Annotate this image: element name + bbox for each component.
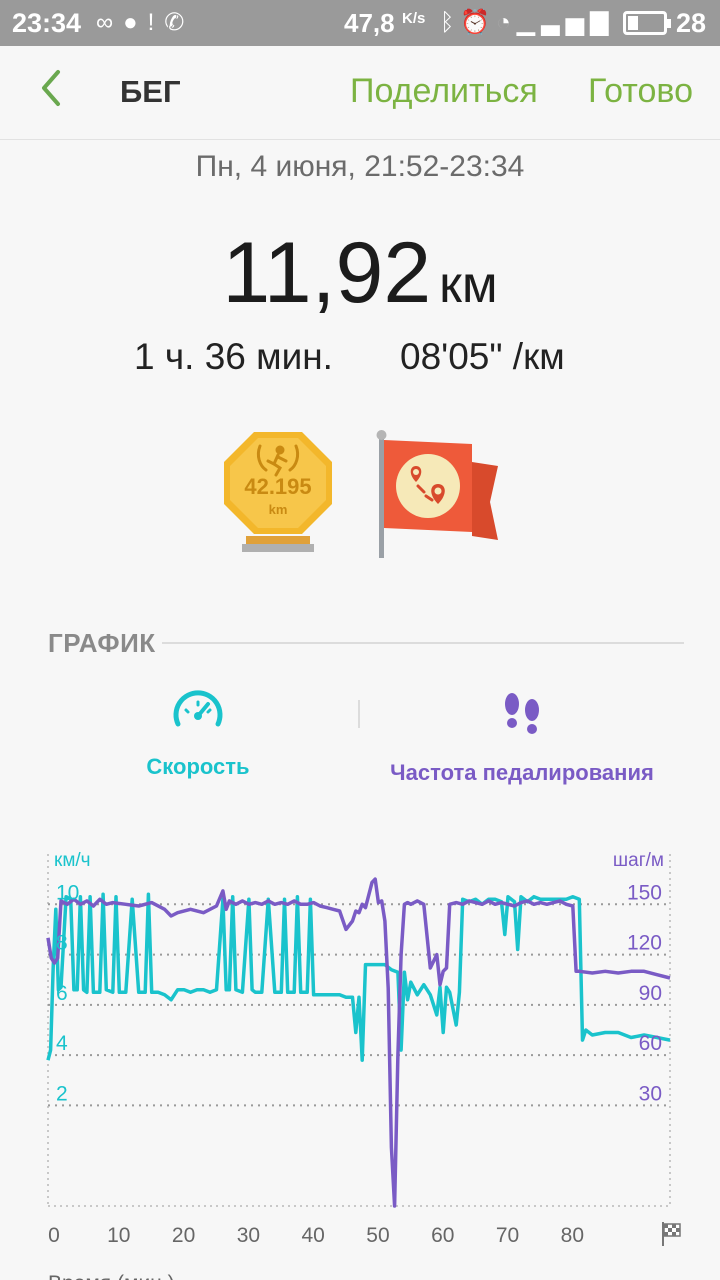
share-button[interactable]: Поделиться: [350, 72, 538, 111]
route-flag-badge[interactable]: [372, 428, 500, 560]
status-bar: 23:34 ∞●!✆ 47,8 K/s ᛒ⏰◔▁▃▅▇ 28: [0, 0, 720, 46]
x-tick-label: 60: [431, 1224, 454, 1247]
marathon-badge[interactable]: 42.195 km: [220, 428, 336, 558]
x-tick-label: 0: [48, 1224, 60, 1247]
section-title: ГРАФИК: [48, 628, 156, 658]
signal-4g-icon: ▁▃▅▇: [516, 9, 615, 36]
workout-date-range: Пн, 4 июня, 21:52-23:34: [195, 150, 525, 183]
speed-series-line: [46, 892, 671, 1062]
battery-level: 28: [676, 8, 707, 38]
y-left-tick-label: 6: [56, 982, 68, 1005]
footprints-icon: [505, 693, 539, 734]
status-time: 23:34: [12, 8, 82, 38]
done-button[interactable]: Готово: [588, 72, 693, 111]
x-tick-label: 20: [172, 1224, 195, 1247]
x-tick-label: 30: [237, 1224, 260, 1247]
y-right-tick-label: 90: [639, 982, 662, 1005]
bluetooth-icon: ᛒ: [440, 9, 461, 36]
x-tick-label: 50: [366, 1224, 389, 1247]
network-speed: 47,8: [344, 8, 395, 38]
cadence-series-line: [46, 877, 671, 1208]
y-right-tick-label: 120: [627, 932, 662, 955]
alarm-icon: ⏰: [460, 9, 497, 36]
infinity-icon: ∞: [96, 9, 124, 36]
tab-cadence[interactable]: Частота педалирования: [370, 690, 674, 786]
status-right-icons: ᛒ⏰◔▁▃▅▇: [440, 8, 615, 37]
y-left-tick-label: 10: [56, 881, 79, 904]
marathon-badge-value: 42.195: [244, 474, 311, 499]
app-bar: БЕГ Поделиться Готово: [0, 46, 720, 140]
tab-speed[interactable]: Скорость: [120, 690, 276, 780]
y-right-tick-label: 150: [627, 881, 662, 904]
x-tick-label: 70: [496, 1224, 519, 1247]
status-left-icons: ∞●!✆: [96, 8, 194, 37]
x-tick-label: 80: [561, 1224, 584, 1247]
section-divider: [162, 642, 684, 644]
distance-display: 11,92 км: [0, 224, 720, 323]
distance-unit: км: [439, 256, 498, 314]
wifi-icon: ◔: [496, 9, 517, 36]
pace: 08'05" /км: [400, 336, 565, 377]
y-right-axis-label: шаг/м: [613, 850, 664, 871]
chat-bubble-icon: ●: [123, 9, 148, 36]
x-tick-label: 40: [301, 1224, 324, 1247]
viber-icon: ✆: [164, 9, 195, 36]
y-left-tick-label: 4: [56, 1032, 68, 1055]
y-left-axis-label: км/ч: [54, 850, 91, 871]
duration: 1 ч. 36 мин.: [134, 336, 333, 377]
tab-divider: [358, 700, 360, 728]
back-button[interactable]: [38, 68, 78, 118]
y-left-tick-label: 2: [56, 1082, 68, 1105]
x-tick-label: 10: [107, 1224, 130, 1247]
speed-cadence-chart[interactable]: 2 30 4 60 6 90 8 120 10 150 км/ч шаг/м 0 10 20 30 40 50 60…: [0, 840, 720, 1280]
network-speed-unit: K/s: [402, 10, 426, 27]
finish-flag-icon: [662, 1222, 681, 1246]
page-title: БЕГ: [120, 74, 181, 109]
y-left-tick-label: 8: [56, 932, 68, 955]
x-axis-label: Время (мин.): [48, 1272, 175, 1280]
speedometer-icon: [173, 690, 223, 727]
y-right-tick-label: 60: [639, 1032, 662, 1055]
y-right-tick-label: 30: [639, 1082, 662, 1105]
chevron-left-icon: [42, 70, 60, 106]
battery-icon: [623, 11, 671, 35]
tab-speed-label: Скорость: [146, 754, 250, 779]
distance-value: 11,92: [222, 225, 432, 321]
marathon-badge-unit: km: [269, 502, 288, 517]
alert-icon: !: [147, 9, 165, 36]
tab-cadence-label: Частота педалирования: [390, 760, 654, 785]
